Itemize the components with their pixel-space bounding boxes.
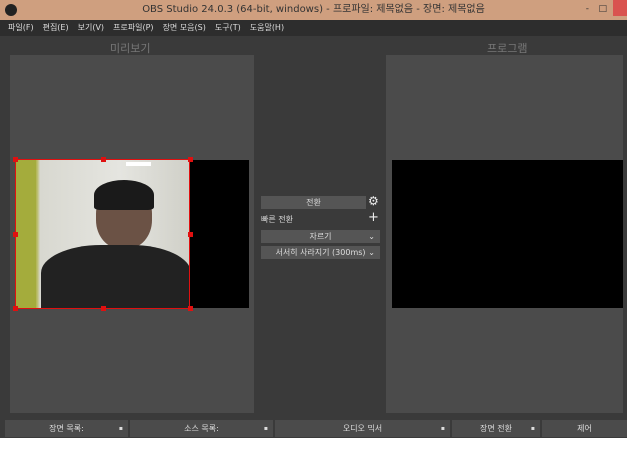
fade-value: 서서히 사라지기 (300ms) <box>275 248 366 257</box>
fade-transition-select[interactable]: 서서히 사라지기 (300ms) ⌄ <box>261 246 380 259</box>
resize-handle[interactable] <box>101 306 106 311</box>
preview-canvas <box>190 160 249 308</box>
chevron-down-icon: ⌄ <box>368 248 375 257</box>
program-label: 프로그램 <box>487 42 528 55</box>
title-bar: OBS Studio 24.0.3 (64-bit, windows) - 프로… <box>0 0 627 20</box>
dock-label: 장면 목록: <box>49 424 84 433</box>
menu-tools[interactable]: 도구(T) <box>215 20 241 36</box>
pin-icon[interactable]: ▪ <box>441 420 445 437</box>
dock-scene-transitions[interactable]: 장면 전환 ▪ <box>452 420 540 437</box>
menu-file[interactable]: 파일(F) <box>8 20 34 36</box>
pin-icon[interactable]: ▪ <box>264 420 268 437</box>
program-canvas <box>392 160 623 308</box>
resize-handle[interactable] <box>188 157 193 162</box>
quick-transition-label: 빠른 전환 <box>261 215 293 224</box>
dock-label: 오디오 믹서 <box>342 424 383 433</box>
resize-handle[interactable] <box>188 232 193 237</box>
transition-type-value: 자르기 <box>309 232 332 241</box>
dock-label: 소스 목록: <box>184 424 219 433</box>
dock-label: 장면 전환 <box>480 424 512 433</box>
window-title: OBS Studio 24.0.3 (64-bit, windows) - 프로… <box>142 4 485 15</box>
close-button[interactable] <box>613 0 627 16</box>
webcam-source[interactable] <box>15 159 190 309</box>
resize-handle[interactable] <box>13 306 18 311</box>
maximize-button[interactable]: □ <box>598 3 607 15</box>
chevron-down-icon: ⌄ <box>368 232 375 241</box>
menu-bar: 파일(F) 편집(E) 보기(V) 프로파일(P) 장면 모음(S) 도구(T)… <box>0 20 627 36</box>
menu-help[interactable]: 도움말(H) <box>250 20 284 36</box>
minimize-button[interactable]: - <box>586 3 589 15</box>
preview-label: 미리보기 <box>110 42 151 55</box>
menu-view[interactable]: 보기(V) <box>78 20 104 36</box>
obs-window: OBS Studio 24.0.3 (64-bit, windows) - 프로… <box>0 0 627 438</box>
resize-handle[interactable] <box>188 306 193 311</box>
pin-icon[interactable]: ▪ <box>531 420 535 437</box>
resize-handle[interactable] <box>13 157 18 162</box>
pin-icon[interactable]: ▪ <box>119 420 123 437</box>
dock-controls[interactable]: 제어 <box>542 420 627 437</box>
transition-type-select[interactable]: 자르기 ⌄ <box>261 230 380 243</box>
dock-label: 제어 <box>577 424 592 433</box>
dock-sources[interactable]: 소스 목록: ▪ <box>130 420 273 437</box>
menu-profile[interactable]: 프로파일(P) <box>113 20 154 36</box>
obs-logo-icon <box>5 4 17 16</box>
resize-handle[interactable] <box>101 157 106 162</box>
menu-edit[interactable]: 편집(E) <box>43 20 69 36</box>
gear-icon[interactable]: ⚙ <box>368 194 379 208</box>
menu-scene-collection[interactable]: 장면 모음(S) <box>163 20 206 36</box>
plus-icon[interactable]: + <box>368 210 379 225</box>
resize-handle[interactable] <box>13 232 18 237</box>
dock-audio-mixer[interactable]: 오디오 믹서 ▪ <box>275 420 450 437</box>
transition-button[interactable]: 전환 <box>261 196 366 209</box>
dock-scenes[interactable]: 장면 목록: ▪ <box>5 420 128 437</box>
